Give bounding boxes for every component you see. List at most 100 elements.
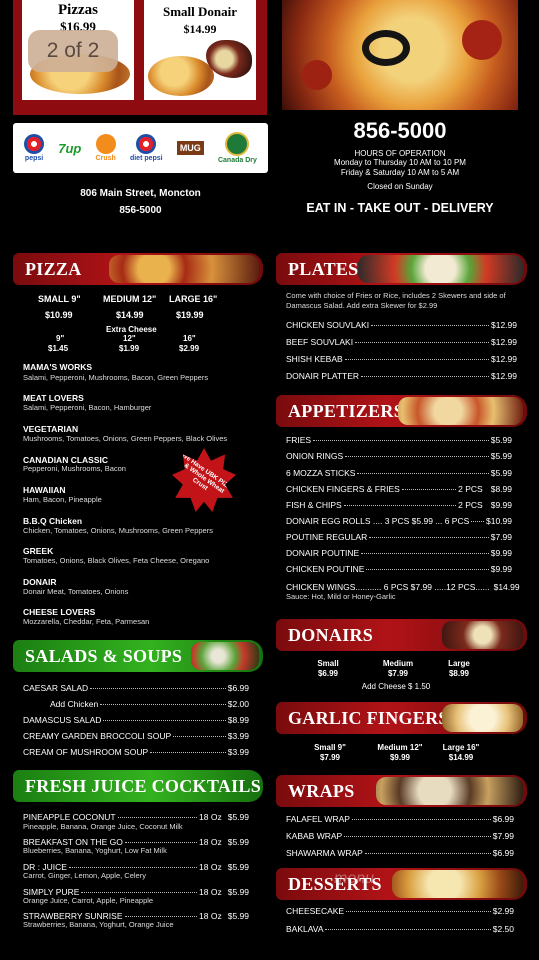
appetizers-header: APPETIZERS (276, 395, 527, 427)
pizza-item-desc: Ham, Bacon, Pineapple (23, 495, 102, 504)
garlic-price: $14.99 (448, 753, 474, 762)
appetizer-row: 6 MOZZA STICKS $5.99 (286, 468, 512, 478)
extra-cheese-size: 16" (183, 334, 196, 343)
extra-cheese-size: 12" (123, 334, 136, 343)
donair-add-cheese: Add Cheese $ 1.50 (361, 682, 431, 691)
pizza-size-large: LARGE 16" (169, 294, 218, 304)
juice-row: PINEAPPLE COCONUT 18 Oz $5.99 (23, 812, 249, 822)
promo-pizzas-label: Pizzas (58, 2, 98, 18)
donair-price: $6.99 (317, 669, 339, 678)
salads-title: SALADS & SOUPS (25, 646, 183, 666)
pizza-title: PIZZA (25, 259, 82, 279)
extra-cheese-price: $1.99 (119, 344, 140, 353)
wraps-header-image (376, 777, 523, 805)
pizza-item-desc: Salami, Pepperoni, Bacon, Hamburger (23, 403, 152, 412)
plates-title: PLATES (288, 259, 359, 279)
wings-sauce: Sauce: Hot, Mild or Honey-Garlic (286, 592, 396, 601)
extra-cheese-size: 9" (56, 334, 65, 343)
garlic-size: Small 9" (314, 743, 346, 752)
promo-card-donair: Small Donair $14.99 (144, 0, 256, 100)
extra-cheese-title: Extra Cheese (106, 325, 157, 334)
salad-header-image (191, 642, 259, 670)
appetizer-row: FISH & CHIPS 2 PCS $9.99 (286, 500, 512, 510)
salad-row: Add Chicken $2.00 (50, 699, 249, 709)
pizza-header-image (109, 255, 259, 283)
plates-note: Come with choice of Fries or Rice, inclu… (286, 291, 506, 310)
plates-header-image (358, 255, 523, 283)
wraps-title: WRAPS (288, 781, 355, 801)
donair-price: $7.99 (387, 669, 409, 678)
crust-badge: We Have UBK PIZZA & Whole Wheat Crust (172, 448, 236, 512)
donair-price: $8.99 (448, 669, 470, 678)
pepperoni-image (462, 20, 502, 60)
7up-logo: 7up (58, 140, 82, 156)
appetizer-row: FRIES $5.99 (286, 435, 512, 445)
hours-weekday: Monday to Thursday 10 AM to 10 PM (334, 158, 466, 167)
plate-row: DONAIR PLATTER $12.99 (286, 371, 517, 381)
pizza-size-small: SMALL 9" (38, 294, 81, 304)
appetizer-row: POUTINE REGULAR $7.99 (286, 532, 512, 542)
plate-row: CHICKEN SOUVLAKI $12.99 (286, 320, 517, 330)
desserts-header-image (392, 870, 523, 898)
donairs-title: DONAIRS (288, 625, 374, 645)
garlic-header: GARLIC FINGERS (276, 702, 527, 734)
pizza-item-name: GREEK (23, 546, 54, 556)
wrap-row: KABAB WRAP $7.99 (286, 831, 514, 841)
promo-donair-price: $14.99 (183, 22, 217, 36)
pizza-size-medium: MEDIUM 12" (103, 294, 157, 304)
service-tagline: EAT IN - TAKE OUT - DELIVERY (306, 201, 494, 215)
plates-header: PLATES (276, 253, 527, 285)
salad-row: CREAM OF MUSHROOM SOUP $3.99 (23, 747, 249, 757)
pepsi-logo: pepsi (24, 134, 45, 162)
donair-size: Small (317, 659, 339, 668)
donair-size: Medium (382, 659, 414, 668)
juice-desc: Orange Juice, Carrot, Apple, Pineapple (23, 896, 154, 905)
appetizer-row: CHICKEN FINGERS & FRIES 2 PCS $8.99 (286, 484, 512, 494)
pizza-item-desc: Mushrooms, Tomatoes, Onions, Green Peppe… (23, 434, 228, 443)
crush-logo: Crush (96, 134, 116, 162)
page-indicator[interactable]: 2 of 2 (28, 30, 118, 72)
appetizer-row: DONAIR POUTINE $9.99 (286, 548, 512, 558)
donair-size: Large (448, 659, 470, 668)
pizza-item-name: MAMA'S WORKS (23, 362, 93, 372)
pizza-header: PIZZA (13, 253, 263, 285)
pizza-item-desc: Pepperoni, Mushrooms, Bacon (23, 464, 126, 473)
extra-cheese-price: $2.99 (179, 344, 200, 353)
wrap-row: SHAWARMA WRAP $6.99 (286, 848, 514, 858)
juice-desc: Carrot, Ginger, Lemon, Apple, Celery (23, 871, 146, 880)
appetizer-row: DONAIR EGG ROLLS .... 3 PCS $5.99 ... 6 … (286, 516, 512, 526)
pizza-item-desc: Donair Meat, Tomatoes, Onions (23, 587, 129, 596)
salad-row: CAESAR SALAD $6.99 (23, 683, 249, 693)
hours-title: HOURS OF OPERATION (354, 149, 446, 158)
garlic-size: Medium 12" (377, 743, 423, 752)
dessert-row: BAKLAVA $2.50 (286, 924, 514, 934)
garlic-title: GARLIC FINGERS (288, 708, 449, 728)
appetizer-row: CHICKEN POUTINE $9.99 (286, 564, 512, 574)
olive-image (362, 30, 410, 66)
closed-notice: Closed on Sunday (367, 182, 433, 191)
juices-header: FRESH JUICE COCKTAILS (13, 770, 263, 802)
pizza-price-small: $10.99 (45, 310, 73, 320)
appetizers-header-image (398, 397, 523, 425)
mug-logo: MUG (176, 141, 204, 155)
plate-row: SHISH KEBAB $12.99 (286, 354, 517, 364)
diet-pepsi-logo: diet pepsi (130, 134, 163, 162)
phone-small[interactable]: 856-5000 (13, 205, 268, 216)
pepperoni-image (302, 60, 332, 90)
juice-desc: Strawberries, Banana, Yoghurt, Orange Ju… (23, 920, 174, 929)
garlic-header-image (442, 704, 523, 732)
desserts-header: DESSERTS (276, 868, 527, 900)
pizza-item-name: DONAIR (23, 577, 57, 587)
garlic-size: Large 16" (442, 743, 480, 752)
pizza-item-name: HAWAIIAN (23, 485, 66, 495)
hero-pizza-image (282, 0, 518, 110)
drink-logos: pepsi 7up Crush diet pepsi MUG Canada Dr… (13, 123, 268, 173)
phone-large[interactable]: 856-5000 (283, 118, 517, 144)
pizza-item-name: CHEESE LOVERS (23, 607, 96, 617)
appetizers-title: APPETIZERS (288, 401, 405, 421)
donair-header-image (442, 621, 523, 649)
wraps-header: WRAPS (276, 775, 527, 807)
pizza-price-large: $19.99 (176, 310, 204, 320)
pizza-item-name: MEAT LOVERS (23, 393, 84, 403)
pizza-item-name: B.B.Q Chicken (23, 516, 83, 526)
